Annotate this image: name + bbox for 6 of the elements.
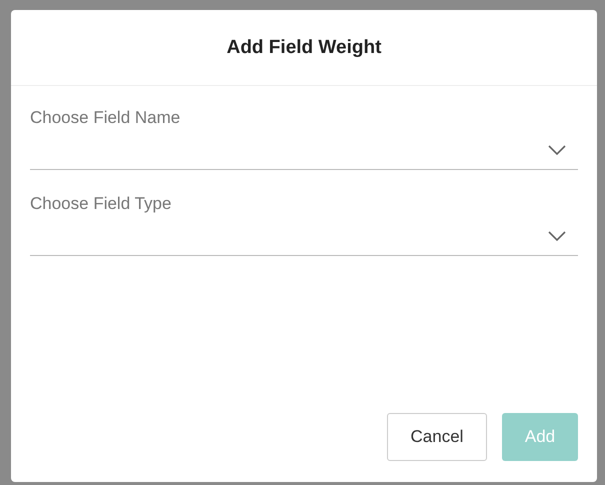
chevron-down-icon (548, 231, 566, 241)
chevron-down-icon (548, 145, 566, 155)
field-label: Choose Field Type (30, 194, 172, 214)
field-label: Choose Field Name (30, 108, 182, 128)
dialog-title: Add Field Weight (226, 36, 382, 58)
cancel-button[interactable]: Cancel (387, 413, 487, 461)
